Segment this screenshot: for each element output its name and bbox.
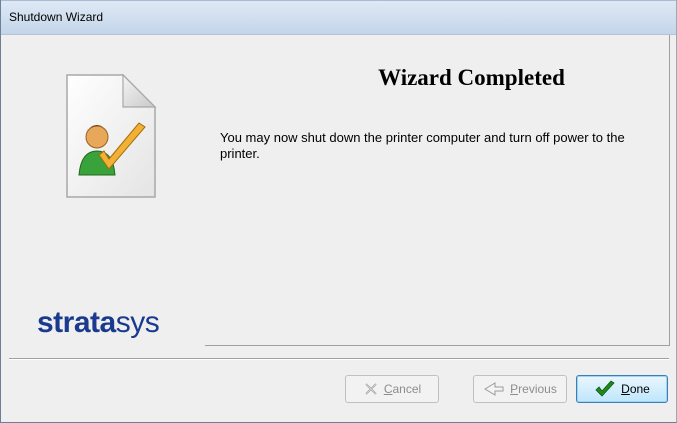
checkmark-icon [595, 380, 615, 397]
done-label: Done [621, 382, 650, 396]
wizard-client-area: stratasys Wizard Completed You may now s… [1, 34, 676, 422]
previous-label-rest: revious [518, 382, 557, 396]
previous-label: Previous [510, 382, 557, 396]
footer-separator [9, 358, 669, 360]
document-user-checkmark-icon [66, 73, 157, 198]
title-bar[interactable]: Shutdown Wizard [1, 0, 676, 34]
done-button[interactable]: Done [576, 375, 668, 403]
stratasys-logo: stratasys [37, 306, 160, 340]
shutdown-wizard-window: Shutdown Wizard stratasys Wizard Complet… [0, 0, 677, 423]
logo-text-bold: strata [37, 306, 116, 339]
logo-text-light: sys [115, 306, 160, 339]
done-mnemonic: D [621, 382, 630, 396]
done-label-rest: one [629, 382, 650, 396]
x-icon [365, 383, 377, 395]
cancel-button[interactable]: Cancel [345, 375, 439, 403]
completion-message: You may now shut down the printer comput… [220, 130, 625, 161]
page-title: Wizard Completed [378, 65, 565, 90]
previous-button[interactable]: Previous [473, 375, 567, 403]
back-arrow-icon [484, 382, 504, 396]
wizard-side-panel: stratasys [1, 35, 205, 346]
window-title: Shutdown Wizard [9, 10, 104, 24]
wizard-main-panel: Wizard Completed You may now shut down t… [205, 35, 670, 346]
previous-mnemonic: P [510, 382, 519, 396]
cancel-label: Cancel [384, 382, 421, 396]
cancel-label-rest: ancel [392, 382, 422, 396]
